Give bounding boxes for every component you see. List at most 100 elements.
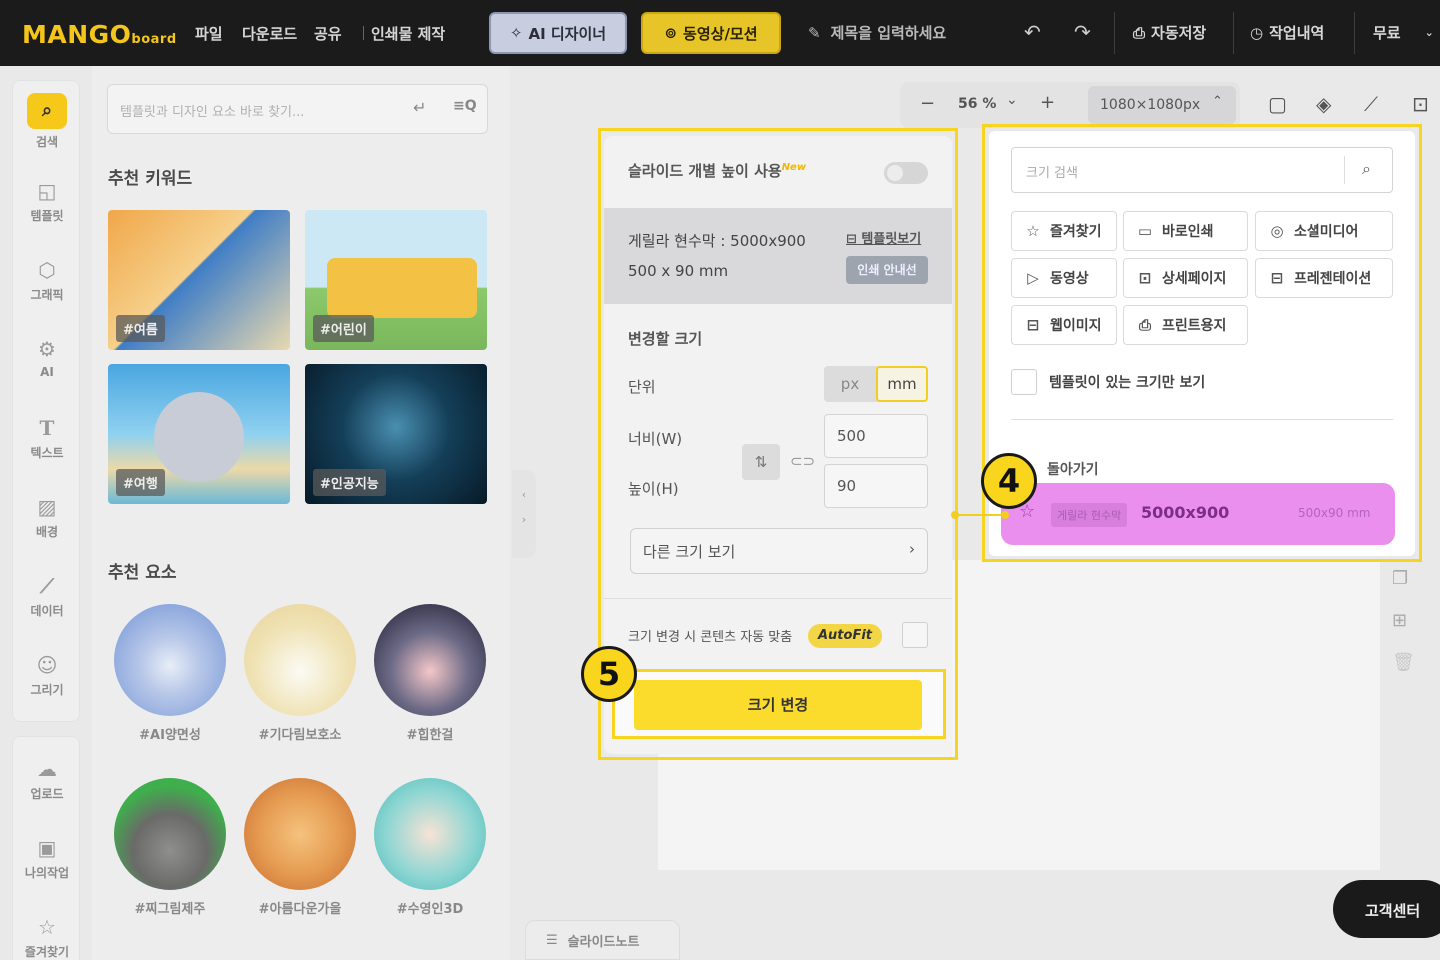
swap-dimensions-button[interactable]: ⇅ — [742, 444, 780, 480]
other-sizes-button[interactable]: 다른 크기 보기 › — [630, 528, 928, 574]
plan-dropdown[interactable]: 무료 ⌄ — [1373, 22, 1434, 43]
menu-download[interactable]: 다운로드 — [242, 23, 297, 44]
print-guide-button[interactable]: 인쇄 안내선 — [846, 256, 928, 284]
rail-background[interactable]: ▨ 배경 — [13, 495, 81, 540]
rail-my-work[interactable]: ▣ 나의작업 — [13, 836, 81, 881]
back-button[interactable]: 돌아가기 — [1047, 459, 1099, 479]
template-view-link[interactable]: ⊟ 템플릿보기 — [846, 228, 921, 247]
graphic-icon: ⬡ — [38, 258, 56, 282]
video-motion-button[interactable]: ⊚ 동영상/모션 — [641, 12, 781, 54]
canvas-size-dropdown[interactable]: 1080×1080px ⌃ — [1088, 86, 1236, 124]
category-web-image[interactable]: ⊟ 웹이미지 — [1011, 305, 1117, 345]
link-ratio-icon[interactable]: ⊂⊃ — [790, 452, 815, 470]
slide-note-tab[interactable]: ☰ 슬라이드노트 — [525, 920, 680, 960]
page-icon[interactable]: ▢ — [1268, 92, 1287, 116]
chevron-right-icon: › — [909, 540, 915, 558]
only-with-templates-checkbox[interactable] — [1011, 369, 1037, 395]
height-label: 높이(H) — [628, 480, 679, 498]
text-icon: T — [39, 416, 55, 440]
draw-icon: ☺ — [36, 653, 58, 677]
document-title-input[interactable]: ✎ 제목을 입력하세요 — [808, 22, 946, 43]
palette-icon: ▨ — [37, 495, 57, 519]
history-button[interactable]: ◷ 작업내역 — [1250, 22, 1324, 43]
menu-divider — [363, 26, 364, 40]
rail-search[interactable]: ⌕ 검색 — [13, 93, 81, 150]
category-presentation[interactable]: ⊟ 프레젠테이션 — [1255, 258, 1393, 298]
category-detail-page[interactable]: ⊡ 상세페이지 — [1123, 258, 1248, 298]
filter-search-icon[interactable]: ≡Q — [453, 98, 477, 114]
rail-ai[interactable]: ⚙ AI — [13, 337, 81, 379]
unit-toggle: px mm — [824, 366, 928, 402]
fit-screen-icon[interactable]: ⊡ — [1412, 92, 1429, 116]
category-video[interactable]: ▷ 동영상 — [1011, 258, 1117, 298]
annotation-connector — [951, 511, 1009, 519]
star-icon: ☆ — [1026, 222, 1040, 240]
panel-collapse-handle[interactable]: ‹ › — [512, 470, 536, 558]
menu-share[interactable]: 공유 — [314, 23, 342, 44]
width-input[interactable]: 500 — [824, 414, 928, 458]
customer-center-button[interactable]: 고객센터 — [1333, 880, 1440, 938]
keyword-card-summer[interactable]: #여름 — [108, 210, 290, 350]
element-autumn[interactable] — [244, 778, 356, 890]
rail-template[interactable]: ◱ 템플릿 — [13, 179, 81, 224]
resize-apply-button[interactable]: 크기 변경 — [634, 680, 922, 730]
height-input[interactable]: 90 — [824, 464, 928, 508]
search-panel: 템플릿과 디자인 요소 바로 찾기... ↵ ≡Q 추천 키워드 #여름 #어린… — [92, 66, 510, 960]
rail-draw[interactable]: ☺ 그리기 — [13, 653, 81, 698]
template-search-input[interactable]: 템플릿과 디자인 요소 바로 찾기... ↵ ≡Q — [107, 84, 488, 134]
size-search-input[interactable]: 크기 검색 ⌕ — [1011, 147, 1393, 193]
keyword-card-travel[interactable]: #여행 — [108, 364, 290, 504]
trash-icon[interactable]: 🗑 — [1392, 652, 1415, 673]
add-page-icon[interactable]: ⊞ — [1392, 610, 1407, 631]
zoom-in-icon[interactable]: + — [1040, 92, 1055, 113]
duplicate-icon[interactable]: ❐ — [1392, 568, 1408, 589]
rail-data[interactable]: ⟋ 데이터 — [13, 574, 81, 619]
zoom-out-icon[interactable]: − — [920, 93, 935, 114]
keyword-card-ai[interactable]: #인공지능 — [305, 364, 487, 504]
enter-icon[interactable]: ↵ — [413, 98, 426, 117]
chevron-right-icon: › — [521, 513, 527, 526]
redo-icon[interactable]: ↷ — [1074, 20, 1091, 44]
menu-print-production[interactable]: 인쇄물 제작 — [371, 23, 445, 44]
category-social-media[interactable]: ◎ 소셜미디어 — [1255, 211, 1393, 251]
zoom-chevron-icon[interactable]: ⌄ — [1006, 92, 1018, 108]
unit-mm-option[interactable]: mm — [876, 366, 928, 402]
category-print-paper[interactable]: ⎙ 프린트용지 — [1123, 305, 1248, 345]
element-hip-girl[interactable] — [374, 604, 486, 716]
upload-icon: ☁ — [37, 757, 57, 781]
autosave-button[interactable]: ⎙ 자동저장 — [1133, 22, 1206, 43]
ai-designer-button[interactable]: ✧ AI 디자이너 — [489, 12, 627, 54]
rail-upload[interactable]: ☁ 업로드 — [13, 757, 81, 802]
search-icon[interactable]: ⌕ — [1362, 159, 1371, 179]
search-icon: ⌕ — [27, 93, 67, 129]
template-icon: ◱ — [37, 179, 57, 203]
element-shelter[interactable] — [244, 604, 356, 716]
menu-file[interactable]: 파일 — [195, 23, 223, 44]
autofit-checkbox[interactable] — [902, 622, 928, 648]
result-size: 5000x900 — [1141, 503, 1230, 522]
zoom-level[interactable]: 56 % — [958, 96, 996, 112]
ruler-icon[interactable]: ⟋ — [1364, 92, 1378, 116]
only-with-templates-option[interactable]: 템플릿이 있는 크기만 보기 — [1011, 369, 1205, 395]
elephant-illustration — [154, 392, 244, 482]
zoom-toolbar: − 56 % ⌄ + 1080×1080px ⌃ — [900, 82, 1240, 128]
layers-icon[interactable]: ◈ — [1316, 92, 1331, 116]
element-jeju[interactable] — [114, 778, 226, 890]
rail-text[interactable]: T 텍스트 — [13, 416, 81, 461]
step-marker-4: 4 — [981, 453, 1037, 509]
play-icon: ▷ — [1027, 269, 1039, 287]
rail-graphic[interactable]: ⬡ 그래픽 — [13, 258, 81, 303]
undo-icon[interactable]: ↶ — [1024, 20, 1041, 44]
divider — [604, 598, 952, 599]
individual-height-toggle[interactable] — [884, 162, 928, 184]
size-result-row[interactable]: ☆ 게릴라 현수막 5000x900 500x90 mm — [1001, 483, 1395, 545]
category-direct-print[interactable]: ▭ 바로인쇄 — [1123, 211, 1248, 251]
divider — [1344, 156, 1345, 184]
category-favorites[interactable]: ☆ 즐겨찾기 — [1011, 211, 1117, 251]
mangoboard-logo[interactable]: MANGOboard — [22, 20, 177, 49]
element-ai-duality[interactable] — [114, 604, 226, 716]
element-swimmer-3d[interactable] — [374, 778, 486, 890]
keyword-card-kids[interactable]: #어린이 — [305, 210, 487, 350]
unit-px-option[interactable]: px — [824, 366, 876, 402]
rail-favorites[interactable]: ☆ 즐겨찾기 — [13, 915, 81, 960]
